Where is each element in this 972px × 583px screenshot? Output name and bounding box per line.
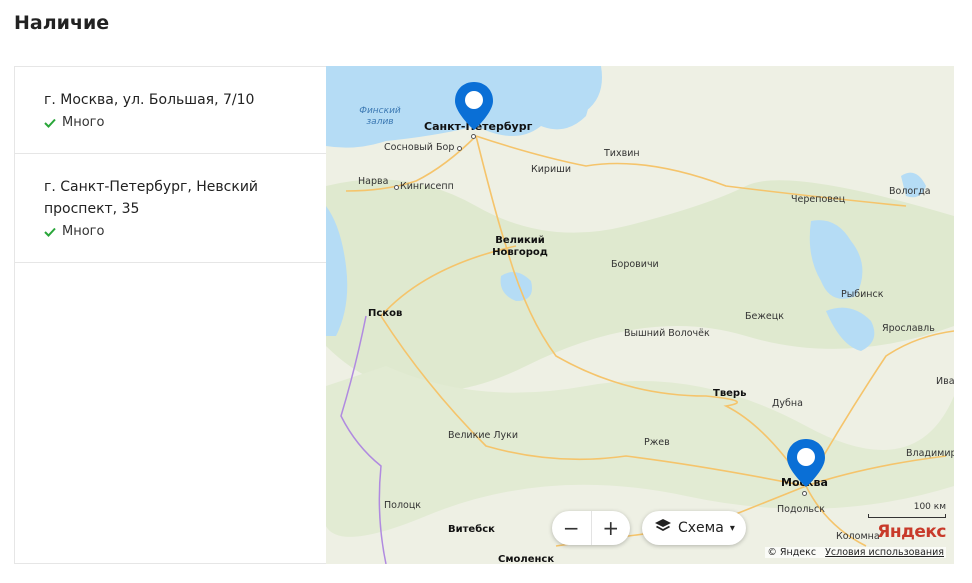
layer-switch-button[interactable]: Схема ▾ bbox=[642, 511, 746, 545]
city-vitebsk: Витебск bbox=[448, 524, 495, 535]
city-kirishi: Кириши bbox=[531, 164, 571, 175]
store-item-moscow[interactable]: г. Москва, ул. Большая, 7/10 Много bbox=[15, 67, 326, 154]
city-tver: Тверь bbox=[713, 388, 747, 399]
availability-label: Много bbox=[62, 224, 105, 239]
city-vologda: Вологда bbox=[889, 186, 931, 197]
city-cherepovets: Череповец bbox=[791, 194, 846, 205]
city-tikhvin: Тихвин bbox=[604, 148, 640, 159]
check-icon bbox=[44, 227, 56, 237]
city-rybinsk: Рыбинск bbox=[841, 289, 884, 300]
city-smolensk: Смоленск bbox=[498, 554, 555, 564]
layers-icon bbox=[654, 518, 672, 538]
city-vyshny-volochek: Вышний Волочёк bbox=[624, 328, 710, 339]
check-icon bbox=[44, 118, 56, 128]
map-pin-spb[interactable] bbox=[453, 80, 495, 136]
layer-label: Схема bbox=[678, 520, 724, 536]
store-address: г. Санкт-Петербург, Невский проспект, 35 bbox=[44, 179, 259, 217]
zoom-control: − + bbox=[552, 511, 630, 545]
city-rzhev: Ржев bbox=[644, 437, 670, 448]
terms-link[interactable]: Условия использования bbox=[825, 547, 944, 558]
city-ivanovo: Ива bbox=[936, 376, 954, 387]
city-dubna: Дубна bbox=[772, 398, 803, 409]
zoom-out-button[interactable]: − bbox=[552, 511, 591, 545]
city-velikiy-novgorod: Великий Новгород bbox=[492, 235, 548, 258]
map-scale: 100 км bbox=[868, 502, 946, 518]
zoom-in-button[interactable]: + bbox=[590, 511, 631, 545]
map-pin-moscow[interactable] bbox=[785, 437, 827, 493]
city-pskov: Псков bbox=[368, 308, 403, 319]
scale-bar bbox=[868, 514, 946, 518]
caret-down-icon: ▾ bbox=[729, 522, 735, 534]
yandex-logo[interactable]: Яндекс bbox=[877, 522, 946, 542]
city-yaroslavl: Ярославль bbox=[882, 323, 935, 334]
city-bezhetsk: Бежецк bbox=[745, 311, 784, 322]
city-dot-sosnovy-bor bbox=[457, 146, 462, 151]
finnish-gulf-label: Финский залив bbox=[359, 106, 401, 127]
store-address: г. Москва, ул. Большая, 7/10 bbox=[44, 92, 255, 108]
city-podolsk: Подольск bbox=[777, 504, 825, 515]
store-list: г. Москва, ул. Большая, 7/10 Много г. Са… bbox=[14, 66, 326, 564]
map-attribution: © Яндекс Условия использования bbox=[765, 547, 946, 558]
availability-status: Много bbox=[44, 224, 306, 239]
availability-status: Много bbox=[44, 115, 306, 130]
city-dot-kingisepp bbox=[394, 185, 399, 190]
page-title: Наличие bbox=[14, 12, 110, 34]
city-velikie-luki: Великие Луки bbox=[448, 430, 519, 441]
map[interactable]: Финский залив Санкт-Петербург Сосновый Б… bbox=[326, 66, 954, 564]
city-polotsk: Полоцк bbox=[384, 500, 422, 511]
city-borovichi: Боровичи bbox=[611, 259, 659, 270]
store-item-spb[interactable]: г. Санкт-Петербург, Невский проспект, 35… bbox=[15, 154, 326, 263]
availability-label: Много bbox=[62, 115, 105, 130]
city-narva: Нарва bbox=[358, 176, 389, 187]
city-kingisepp: Кингисепп bbox=[400, 181, 454, 192]
city-sosnovy-bor: Сосновый Бор bbox=[384, 142, 455, 153]
copyright-text: © Яндекс bbox=[767, 547, 817, 558]
map-background bbox=[326, 66, 954, 564]
scale-label: 100 км bbox=[913, 502, 946, 512]
city-vladimir: Владимир bbox=[906, 448, 954, 459]
city-kolomna: Коломна bbox=[836, 531, 880, 542]
